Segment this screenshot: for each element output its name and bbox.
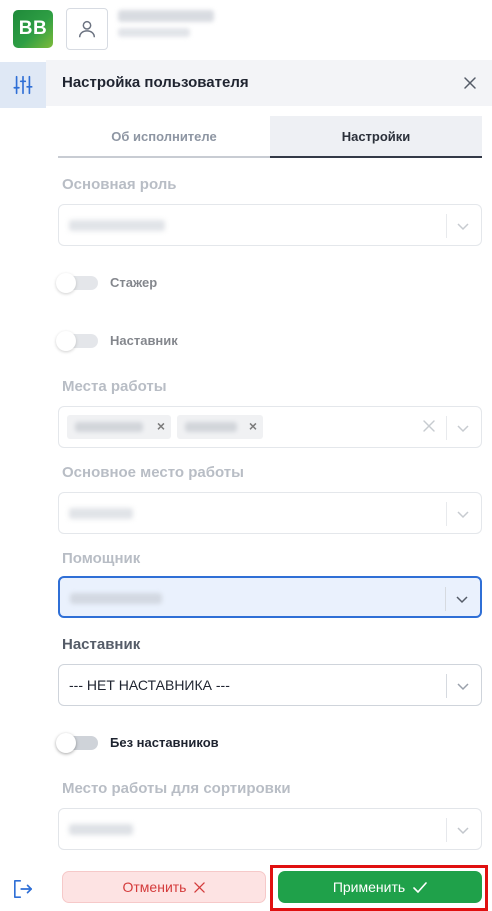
chevron-down-icon[interactable] bbox=[455, 218, 471, 234]
main-role-value-redacted bbox=[69, 220, 165, 231]
remove-chip-icon[interactable]: × bbox=[249, 418, 257, 434]
no-mentors-label: Без наставников bbox=[110, 735, 219, 750]
user-icon[interactable] bbox=[66, 8, 108, 50]
tab-settings[interactable]: Настройки bbox=[270, 116, 482, 158]
chip-text-redacted bbox=[185, 422, 237, 432]
chevron-down-icon[interactable] bbox=[455, 822, 471, 838]
chevron-down-icon[interactable] bbox=[455, 506, 471, 522]
chevron-down-icon[interactable] bbox=[455, 678, 471, 694]
mentor-toggle-label: Наставник bbox=[110, 333, 178, 348]
main-workplace-select[interactable] bbox=[58, 492, 482, 534]
cancel-label: Отменить bbox=[122, 879, 187, 895]
remove-chip-icon[interactable]: × bbox=[157, 418, 165, 434]
top-bar: BB bbox=[0, 0, 492, 60]
logout-icon[interactable] bbox=[10, 876, 36, 902]
main-role-select[interactable] bbox=[58, 204, 482, 246]
workplaces-label: Места работы bbox=[62, 378, 167, 395]
mentor-select[interactable]: --- НЕТ НАСТАВНИКА --- bbox=[58, 664, 482, 706]
assistant-label: Помощник bbox=[62, 550, 141, 567]
sliders-icon[interactable] bbox=[0, 62, 46, 108]
user-settings-panel: Настройка пользователя Об исполнителе На… bbox=[46, 60, 492, 911]
no-mentors-toggle[interactable] bbox=[56, 733, 98, 753]
assistant-select[interactable] bbox=[58, 576, 482, 618]
chip-text-redacted bbox=[75, 422, 143, 432]
trainee-toggle[interactable] bbox=[56, 273, 98, 293]
tab-about-performer[interactable]: Об исполнителе bbox=[58, 116, 270, 158]
select-divider bbox=[446, 502, 447, 526]
user-role-redacted bbox=[118, 28, 190, 37]
select-divider bbox=[446, 214, 447, 238]
sort-workplace-value-redacted bbox=[69, 824, 133, 835]
close-icon bbox=[194, 881, 206, 893]
select-divider bbox=[445, 587, 446, 611]
toggle-knob bbox=[56, 331, 76, 351]
mentor-toggle[interactable] bbox=[56, 331, 98, 351]
apply-label: Применить bbox=[332, 879, 406, 895]
mentor-value: --- НЕТ НАСТАВНИКА --- bbox=[69, 677, 230, 693]
trainee-label: Стажер bbox=[110, 275, 158, 290]
user-name-redacted bbox=[118, 10, 214, 22]
cancel-button[interactable]: Отменить bbox=[62, 871, 266, 903]
assistant-value-redacted bbox=[70, 593, 162, 604]
mentor-label: Наставник bbox=[62, 636, 141, 653]
panel-footer: Отменить Применить bbox=[46, 858, 492, 911]
workplace-chip: × bbox=[177, 415, 263, 439]
sort-workplace-select[interactable] bbox=[58, 808, 482, 850]
panel-title: Настройка пользователя bbox=[62, 74, 249, 91]
chevron-down-icon[interactable] bbox=[454, 591, 470, 607]
close-icon[interactable] bbox=[460, 73, 480, 93]
main-workplace-value-redacted bbox=[69, 508, 133, 519]
left-sidebar bbox=[0, 60, 46, 911]
main-workplace-label: Основное место работы bbox=[62, 464, 244, 481]
toggle-knob bbox=[56, 733, 76, 753]
select-divider bbox=[446, 674, 447, 698]
app-logo[interactable]: BB bbox=[13, 10, 53, 48]
panel-header: Настройка пользователя bbox=[46, 60, 492, 106]
workplaces-multiselect[interactable]: × × bbox=[58, 406, 482, 448]
apply-button[interactable]: Применить bbox=[278, 871, 482, 903]
sort-workplace-label: Место работы для сортировки bbox=[62, 780, 291, 797]
tabs: Об исполнителе Настройки bbox=[58, 116, 482, 158]
panel-body: Об исполнителе Настройки Основная роль С… bbox=[46, 106, 492, 858]
workplace-chip: × bbox=[67, 415, 171, 439]
chevron-down-icon[interactable] bbox=[455, 420, 471, 436]
select-divider bbox=[446, 416, 447, 440]
toggle-knob bbox=[56, 273, 76, 293]
check-icon bbox=[413, 881, 427, 893]
main-role-label: Основная роль bbox=[62, 176, 177, 193]
select-divider bbox=[446, 818, 447, 842]
clear-icon[interactable] bbox=[421, 418, 437, 434]
